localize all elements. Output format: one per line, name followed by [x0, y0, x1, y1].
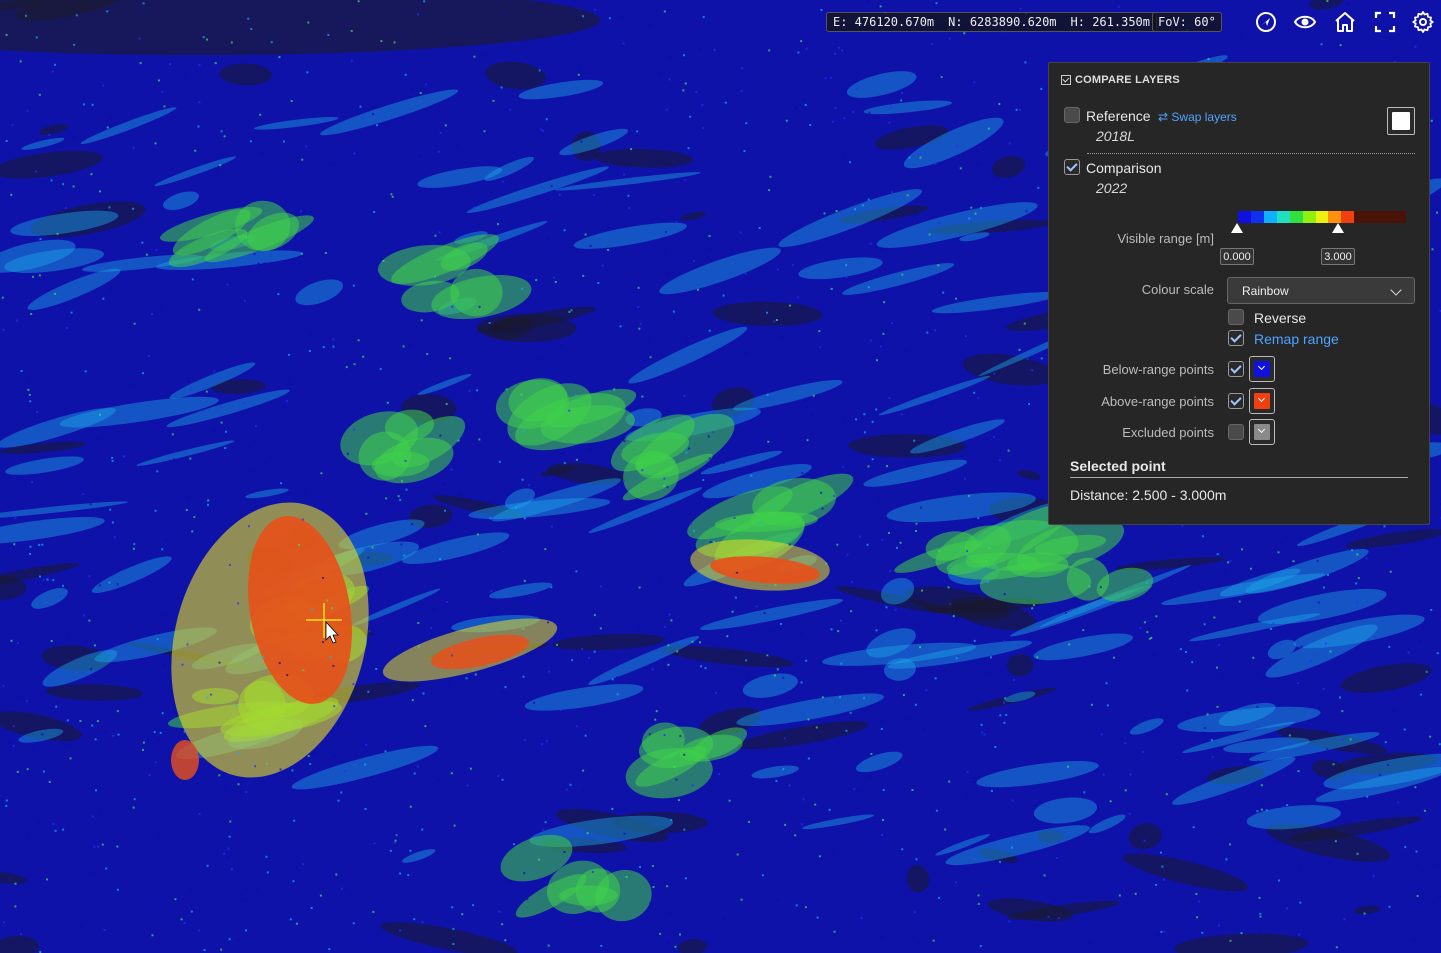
colour-scale-value: Rainbow — [1242, 283, 1289, 298]
selected-point-divider — [1070, 477, 1408, 478]
panel-collapse-icon[interactable] — [1061, 75, 1071, 85]
colour-bar-segment — [1393, 211, 1406, 223]
below-range-label: Below-range points — [1102, 362, 1214, 377]
excluded-color-picker[interactable] — [1249, 419, 1275, 445]
range-max-handle[interactable] — [1332, 223, 1344, 233]
colour-bar-segment — [1367, 211, 1381, 223]
compare-layers-panel: COMPARE LAYERS Reference ⇄ Swap layers 2… — [1048, 62, 1430, 525]
excluded-label: Excluded points — [1122, 425, 1214, 440]
colour-bar-segment — [1238, 211, 1251, 223]
colour-scale-label: Colour scale — [1141, 282, 1214, 297]
reverse-checkbox[interactable] — [1228, 309, 1244, 325]
swap-icon: ⇄ — [1158, 110, 1169, 124]
excluded-swatch — [1254, 424, 1270, 440]
comparison-checkbox[interactable] — [1064, 159, 1080, 175]
colour-bar-segment — [1354, 211, 1368, 223]
colour-bar-segment — [1380, 211, 1394, 223]
swap-layers-label: Swap layers — [1171, 110, 1237, 124]
colour-bar-segment — [1328, 211, 1342, 223]
range-max-input[interactable]: 3.000 — [1321, 248, 1355, 265]
colour-bar-segment — [1341, 211, 1355, 223]
colour-bar-segment — [1276, 211, 1290, 223]
range-min-input[interactable]: 0.000 — [1220, 248, 1254, 265]
fov-readout: FoV: 60° — [1152, 12, 1222, 32]
comparison-value: 2022 — [1096, 180, 1128, 196]
divider — [1087, 153, 1415, 154]
above-range-checkbox[interactable] — [1228, 393, 1244, 409]
coord-northing: N: 6283890.620m — [948, 15, 1057, 29]
gear-icon[interactable] — [1411, 10, 1435, 34]
reference-label: Reference — [1086, 108, 1151, 124]
panel-header[interactable]: COMPARE LAYERS — [1061, 74, 1180, 86]
coordinates-readout: E: 476120.670m N: 6283890.620m H: 261.35… — [826, 12, 1158, 32]
remap-range-checkbox[interactable] — [1228, 330, 1244, 346]
chevron-down-icon — [1390, 284, 1402, 296]
swap-layers-link[interactable]: ⇄ Swap layers — [1158, 110, 1237, 124]
comparison-label: Comparison — [1086, 160, 1162, 176]
reference-checkbox[interactable] — [1064, 107, 1080, 123]
navigate-icon[interactable] — [1254, 10, 1278, 34]
colour-bar-segment — [1250, 211, 1264, 223]
reverse-label: Reverse — [1254, 310, 1307, 326]
colour-bar-segment — [1263, 211, 1277, 223]
remap-range-label[interactable]: Remap range — [1254, 331, 1339, 347]
home-icon[interactable] — [1333, 10, 1357, 34]
coord-height: H: 261.350m — [1070, 15, 1151, 29]
excluded-checkbox[interactable] — [1228, 424, 1244, 440]
selected-point-distance: Distance: 2.500 - 3.000m — [1070, 487, 1227, 503]
eye-icon[interactable] — [1293, 10, 1317, 34]
reference-value: 2018L — [1096, 128, 1135, 144]
fullscreen-icon[interactable] — [1373, 10, 1397, 34]
below-range-checkbox[interactable] — [1228, 361, 1244, 377]
reference-color-button[interactable] — [1387, 107, 1415, 135]
colour-bar-segment — [1289, 211, 1303, 223]
above-range-label: Above-range points — [1101, 394, 1214, 409]
visible-range-label: Visible range [m] — [1117, 231, 1214, 246]
colour-bar — [1238, 211, 1406, 223]
below-range-color-picker[interactable] — [1249, 356, 1275, 382]
colour-scale-select[interactable]: Rainbow — [1227, 277, 1415, 304]
below-range-swatch — [1254, 361, 1270, 377]
above-range-color-picker[interactable] — [1249, 388, 1275, 414]
range-min-handle[interactable] — [1231, 223, 1243, 233]
colour-bar-segment — [1302, 211, 1316, 223]
selected-point-title: Selected point — [1070, 458, 1166, 474]
above-range-swatch — [1254, 393, 1270, 409]
colour-bar-segment — [1315, 211, 1329, 223]
coord-easting: E: 476120.670m — [833, 15, 935, 29]
panel-title: COMPARE LAYERS — [1075, 74, 1180, 86]
